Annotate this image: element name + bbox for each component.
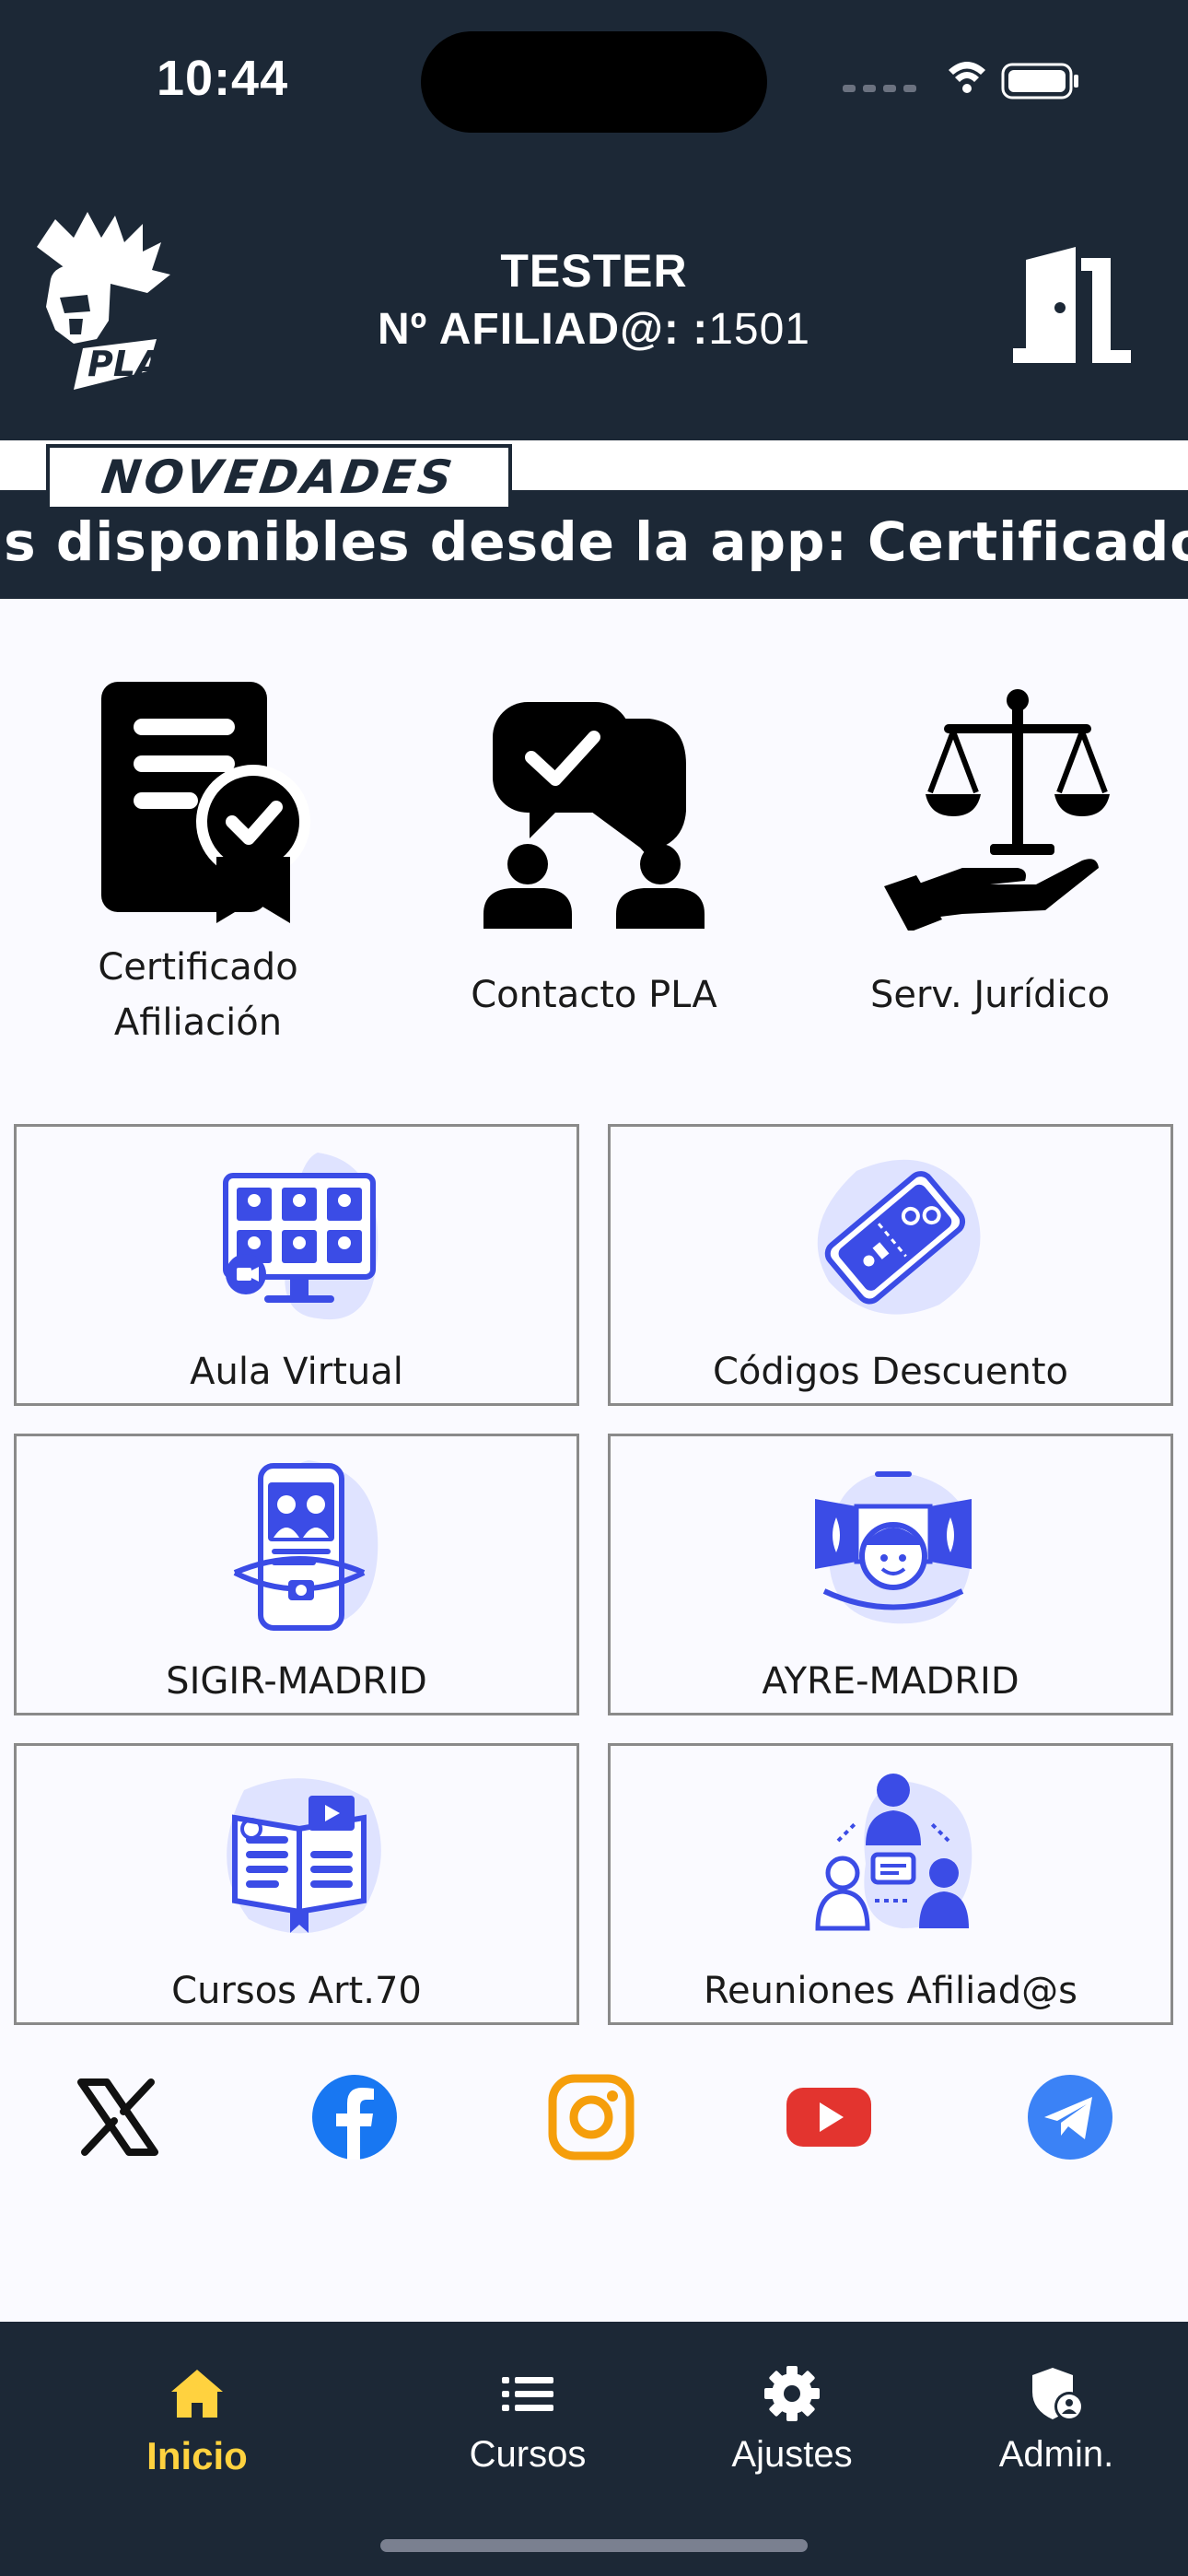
certificate-icon [101, 682, 310, 923]
legal-scales-icon [884, 689, 1110, 931]
card-reuniones[interactable]: Reuniones Afiliad@s [608, 1743, 1173, 2025]
card-label: Reuniones Afiliad@s [704, 1970, 1077, 2012]
quick-action-label-2: Afiliación [113, 1001, 283, 1044]
social-links [0, 2027, 1188, 2322]
telegram-icon[interactable] [1024, 2071, 1116, 2163]
status-time: 10:44 [157, 51, 289, 106]
card-label: Cursos Art.70 [171, 1970, 422, 2012]
card-label: Aula Virtual [190, 1351, 403, 1393]
nav-label: Cursos [469, 2434, 587, 2475]
card-codigos-descuento[interactable]: Códigos Descuento [608, 1124, 1173, 1406]
card-ayre-madrid[interactable]: AYRE-MADRID [608, 1434, 1173, 1715]
card-sigir-madrid[interactable]: SIGIR-MADRID [14, 1434, 579, 1715]
youtube-icon[interactable] [783, 2071, 875, 2163]
nav-admin[interactable]: Admin. [946, 2346, 1167, 2484]
afiliado-label: Nº AFILIAD@: : [378, 305, 709, 354]
quick-action-juridico[interactable]: Serv. Jurídico [792, 599, 1188, 1078]
home-icon [171, 2370, 223, 2418]
vr-user-icon [815, 1471, 973, 1624]
services-grid: Aula Virtual Códigos Descuento SIGIR-MAD… [0, 1106, 1188, 2027]
discount-ticket-icon [817, 1159, 981, 1315]
news-ticker-text: as disponibles desde la app: Certificado [0, 510, 1188, 573]
card-label: SIGIR-MADRID [166, 1660, 427, 1703]
app-header: 10:44 PLA TESTER Nº AFILIAD@::1501 [0, 0, 1188, 440]
quick-actions: Certificado Afiliación Contacto PLA Serv… [0, 599, 1188, 1106]
signal-icon [843, 85, 916, 92]
gear-icon [764, 2366, 820, 2421]
card-label: Códigos Descuento [712, 1351, 1069, 1393]
nav-label: Admin. [998, 2434, 1114, 2475]
meeting-group-icon [815, 1774, 973, 1931]
quick-action-certificado[interactable]: Certificado Afiliación [0, 599, 396, 1078]
open-book-icon [227, 1778, 381, 1934]
home-indicator [380, 2539, 808, 2552]
afiliado-value: 1501 [708, 305, 810, 354]
virtual-classroom-icon [223, 1153, 379, 1320]
admin-shield-icon [1032, 2368, 1084, 2421]
quick-action-label: Serv. Jurídico [869, 974, 1111, 1016]
nav-ajustes[interactable]: Ajustes [681, 2346, 903, 2484]
quick-action-label: Certificado [98, 946, 298, 989]
card-label: AYRE-MADRID [762, 1660, 1019, 1703]
contact-chat-icon [483, 702, 705, 929]
nav-cursos[interactable]: Cursos [417, 2346, 638, 2484]
mobile-app-icon [233, 1460, 379, 1631]
instagram-icon[interactable] [545, 2071, 637, 2163]
status-icons [843, 62, 1078, 100]
list-icon [502, 2377, 553, 2411]
quick-action-contacto[interactable]: Contacto PLA [396, 599, 792, 1078]
quick-action-label: Contacto PLA [471, 974, 717, 1016]
card-cursos-art70[interactable]: Cursos Art.70 [14, 1743, 579, 2025]
nav-inicio[interactable]: Inicio [87, 2346, 308, 2484]
bottom-navigation: Inicio Cursos Ajustes Admin. [0, 2322, 1188, 2576]
x-icon[interactable] [72, 2071, 164, 2163]
door-exit-icon[interactable] [1009, 247, 1138, 367]
news-tab-label: NOVEDADES [99, 451, 460, 504]
battery-icon [1001, 63, 1078, 100]
nav-label: Inicio [146, 2434, 248, 2477]
facebook-icon[interactable] [309, 2071, 401, 2163]
wifi-icon [949, 62, 985, 93]
dynamic-island [421, 31, 767, 133]
nav-label: Ajustes [731, 2434, 853, 2475]
news-tab: NOVEDADES [46, 444, 512, 507]
card-aula-virtual[interactable]: Aula Virtual [14, 1124, 579, 1406]
